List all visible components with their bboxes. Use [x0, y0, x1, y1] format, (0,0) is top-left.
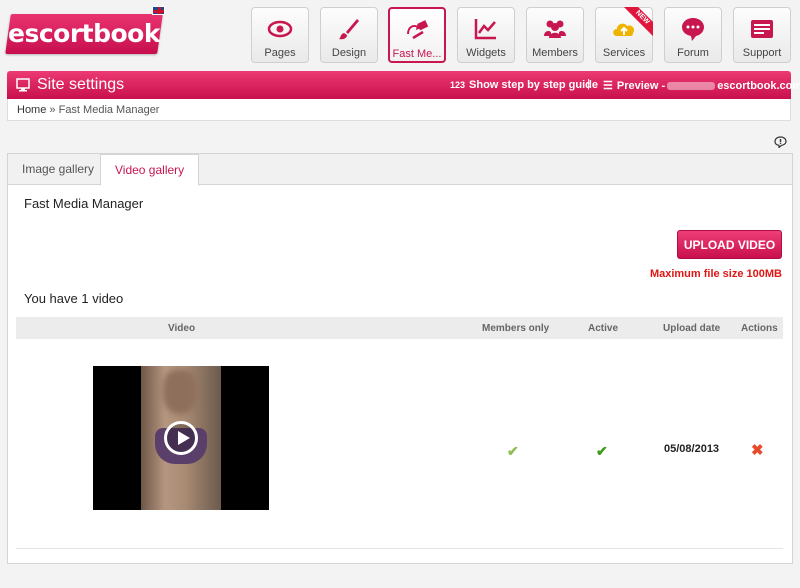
- preview-label: Preview -: [616, 80, 666, 92]
- breadcrumb-home[interactable]: Home: [17, 104, 46, 116]
- upload-date: 05/08/2013: [664, 443, 720, 455]
- col-members-only: Members only: [482, 323, 550, 334]
- page-title: Site settings: [37, 76, 125, 93]
- eye-icon: [267, 20, 293, 38]
- redacted-subdomain: [667, 82, 716, 91]
- preview-link[interactable]: ☰ Preview - escortbook.com: [603, 79, 800, 92]
- site-settings-titlebar: Site settings 123 Show step by step guide…: [7, 71, 800, 99]
- play-icon[interactable]: [164, 421, 198, 455]
- breadcrumb-current: Fast Media Manager: [58, 104, 160, 116]
- top-header: escortbook Pages Design Fast Me... Widge…: [0, 0, 800, 70]
- monitor-icon: [16, 78, 30, 92]
- active-check-icon[interactable]: ✔: [596, 443, 608, 460]
- preview-domain: escortbook.com: [717, 80, 800, 92]
- nav-members[interactable]: Members: [526, 7, 584, 63]
- nav-support-label: Support: [742, 47, 782, 59]
- nav-widgets-label: Widgets: [466, 47, 506, 59]
- uk-flag-icon[interactable]: [152, 6, 165, 15]
- nav-design[interactable]: Design: [320, 7, 378, 63]
- nav-pages[interactable]: Pages: [251, 7, 309, 63]
- col-video: Video: [168, 323, 196, 334]
- nav-fast-media[interactable]: Fast Me...: [388, 7, 446, 63]
- table-header: Video Members only Active Upload date Ac…: [16, 317, 783, 339]
- breadcrumb-separator: »: [49, 104, 56, 116]
- col-actions: Actions: [741, 323, 778, 334]
- members-icon: [544, 20, 566, 38]
- numbered-list-icon: 123: [450, 80, 466, 90]
- breadcrumb: Home » Fast Media Manager: [7, 99, 791, 121]
- nav-members-label: Members: [532, 47, 578, 59]
- nav-fast-media-label: Fast Me...: [392, 48, 442, 60]
- nav-forum[interactable]: Forum: [664, 7, 722, 63]
- max-file-size-note: Maximum file size 100MB: [649, 268, 782, 280]
- escortbook-logo[interactable]: escortbook: [5, 14, 163, 54]
- col-active: Active: [588, 323, 619, 334]
- nav-forum-label: Forum: [677, 47, 709, 59]
- titlebar-separator: |: [587, 78, 590, 90]
- nav-widgets[interactable]: Widgets: [457, 7, 515, 63]
- chart-icon: [474, 19, 496, 40]
- step-guide-label: Show step by step guide: [469, 79, 598, 91]
- nav-design-label: Design: [331, 47, 367, 59]
- fast-media-icon: [407, 20, 429, 40]
- chat-icon: [682, 18, 704, 41]
- upload-video-button[interactable]: UPLOAD VIDEO: [677, 230, 782, 259]
- col-upload-date: Upload date: [663, 323, 721, 334]
- nav-support[interactable]: Support: [733, 7, 791, 63]
- section-heading: Fast Media Manager: [24, 196, 144, 211]
- gallery-tabs: Image gallery Video gallery: [8, 154, 792, 186]
- tab-video-gallery[interactable]: Video gallery: [100, 154, 200, 186]
- new-badge-text: NEW: [623, 7, 653, 37]
- list-icon: ☰: [603, 80, 613, 92]
- tab-image-gallery[interactable]: Image gallery: [8, 154, 108, 185]
- help-comment-icon[interactable]: [774, 136, 787, 148]
- nav-services-label: Services: [602, 47, 646, 59]
- media-panel: Image gallery Video gallery Fast Media M…: [7, 153, 793, 564]
- logo-text: escortbook: [8, 19, 160, 48]
- members-only-check-icon[interactable]: ✔: [507, 443, 519, 460]
- brush-icon: [339, 19, 359, 40]
- table-row: ✔ ✔ 05/08/2013 ✖: [16, 339, 783, 549]
- nav-pages-label: Pages: [264, 47, 296, 59]
- video-thumbnail[interactable]: [93, 366, 269, 510]
- new-badge: NEW: [623, 7, 653, 37]
- nav-services[interactable]: Services NEW: [595, 7, 653, 63]
- delete-icon[interactable]: ✖: [751, 441, 764, 459]
- video-table: Video Members only Active Upload date Ac…: [16, 317, 783, 549]
- step-guide-link[interactable]: 123 Show step by step guide: [450, 79, 598, 91]
- support-icon: [751, 20, 773, 38]
- video-count: You have 1 video: [24, 291, 124, 306]
